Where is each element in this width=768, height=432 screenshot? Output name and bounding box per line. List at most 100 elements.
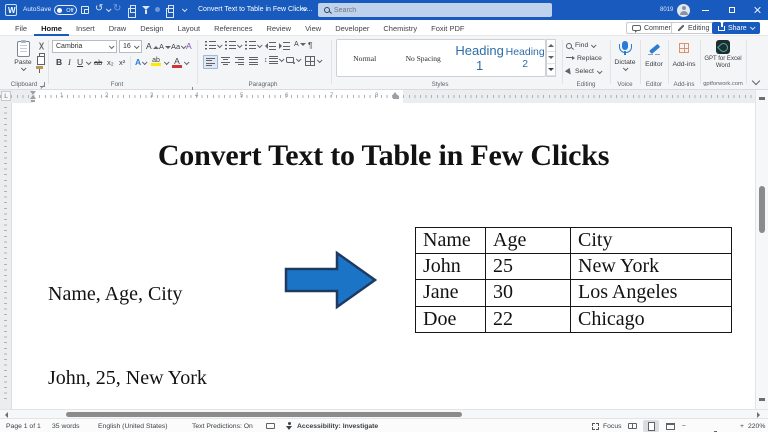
bold-button[interactable]: B [56,57,62,67]
arrow-right-shape[interactable] [284,250,378,310]
paste-special-icon[interactable] [165,5,174,13]
table-cell[interactable]: Chicago [571,306,732,332]
text-line[interactable]: John, 25, New York [48,364,223,392]
left-indent-marker[interactable] [29,91,37,102]
replace-button[interactable]: Replace [566,55,602,62]
scroll-right-icon[interactable] [757,412,760,418]
avatar[interactable] [677,4,690,17]
minimize-button[interactable] [694,0,716,20]
search-input[interactable] [334,7,514,14]
tab-file[interactable]: File [8,20,34,36]
bullets-button[interactable] [205,41,216,50]
keyboard-icon[interactable] [266,423,275,429]
cut-button[interactable] [37,42,45,50]
right-indent-marker[interactable] [392,92,399,101]
add-ins-button[interactable]: Add-ins [668,43,700,68]
editor-button[interactable]: Editor [640,42,668,68]
tab-review[interactable]: Review [259,20,298,36]
scroll-up-icon[interactable] [759,97,765,100]
align-right-button[interactable] [235,57,244,65]
zoom-in-button[interactable]: + [740,423,744,430]
underline-button[interactable]: U [77,57,83,67]
redo-icon[interactable]: ↻ [113,4,121,14]
more-commands-icon[interactable] [182,6,188,12]
table-cell[interactable]: John [416,254,486,280]
italic-button[interactable]: I [68,57,71,67]
tab-design[interactable]: Design [133,20,170,36]
subscript-button[interactable]: x₂ [107,58,114,67]
maximize-button[interactable] [721,0,743,20]
superscript-button[interactable]: x² [119,58,125,67]
collapse-ribbon-icon[interactable] [752,77,760,85]
show-formatting-marks-button[interactable]: ¶ [308,40,313,50]
page-indicator[interactable]: Page 1 of 1 [6,423,41,430]
save-icon[interactable] [81,6,89,14]
styles-more-button[interactable] [547,64,555,76]
chevron-down-icon[interactable] [237,42,243,48]
table-cell[interactable]: 25 [486,254,571,280]
font-size-select[interactable]: 16 [119,40,142,53]
grow-font-button[interactable]: A [146,41,159,51]
tab-layout[interactable]: Layout [171,20,208,36]
clipboard-dialog-launcher-icon[interactable] [40,82,45,87]
copy-icon[interactable] [127,5,136,13]
style-normal[interactable]: Normal [337,54,392,63]
multilevel-list-button[interactable] [245,41,256,50]
find-button[interactable]: Find [566,42,595,49]
align-center-button[interactable] [221,57,230,65]
chevron-down-icon[interactable] [184,59,190,65]
table-cell[interactable]: Age [486,228,571,254]
change-case-button[interactable]: Aa [171,42,185,51]
autosave-toggle[interactable]: Off [54,5,77,15]
tab-view[interactable]: View [298,20,328,36]
chevron-down-icon[interactable] [164,59,170,65]
word-logo-icon[interactable] [5,4,17,16]
sort-button[interactable]: A [294,41,306,48]
share-button[interactable]: Share [712,22,760,34]
style-heading-1[interactable]: Heading 1 [454,43,506,73]
horizontal-ruler[interactable]: 1 2 3 4 5 6 7 8 [0,90,755,103]
text-effects-button[interactable]: A [135,57,146,67]
document-heading[interactable]: Convert Text to Table in Few Clicks [12,139,755,173]
dictate-button[interactable]: Dictate [610,41,640,73]
tab-stop-selector[interactable] [1,91,11,101]
zoom-level[interactable]: 220% [748,423,765,430]
line-spacing-button[interactable]: ↕ [264,56,283,64]
chevron-down-icon[interactable] [217,42,223,48]
styles-scroll-up-button[interactable] [547,40,555,52]
tab-developer[interactable]: Developer [328,20,376,36]
table-cell[interactable]: 22 [486,306,571,332]
highlight-color-button[interactable]: ab [151,57,161,66]
scroll-left-icon[interactable] [5,412,8,418]
table-cell[interactable]: New York [571,254,732,280]
styles-scroll-down-button[interactable] [547,52,555,64]
copy-button[interactable] [36,53,45,60]
undo-chevron-icon[interactable] [106,6,112,12]
borders-button[interactable] [305,56,321,66]
increase-indent-button[interactable] [279,42,290,50]
document-text-block[interactable]: Name, Age, City John, 25, New York Jane,… [48,224,223,432]
print-layout-button[interactable] [643,420,659,432]
accessibility-status[interactable]: Accessibility: Investigate [297,423,378,430]
table-cell[interactable]: Los Angeles [571,280,732,306]
tab-insert[interactable]: Insert [69,20,102,36]
shrink-font-button[interactable]: A [159,42,171,51]
tab-draw[interactable]: Draw [102,20,134,36]
table-cell[interactable]: Jane [416,280,486,306]
undo-icon[interactable]: ↺ [95,4,103,14]
close-button[interactable] [746,0,768,20]
table-cell[interactable]: Name [416,228,486,254]
horizontal-scrollbar[interactable] [0,409,768,418]
language-indicator[interactable]: English (United States) [98,423,168,430]
numbering-button[interactable] [225,41,236,50]
font-name-select[interactable]: Cambria [52,40,117,53]
vertical-scrollbar-thumb[interactable] [759,186,765,233]
table-cell[interactable]: City [571,228,732,254]
web-layout-button[interactable] [662,420,678,432]
gpt-button[interactable]: GPT for Excel Word [700,40,746,70]
clear-formatting-button[interactable]: A [186,41,192,51]
converted-table[interactable]: Name Age City John 25 New York Jane 30 L… [415,227,732,333]
word-count[interactable]: 35 words [52,423,80,430]
chevron-down-icon[interactable] [257,42,263,48]
scroll-down-icon[interactable] [759,398,765,401]
